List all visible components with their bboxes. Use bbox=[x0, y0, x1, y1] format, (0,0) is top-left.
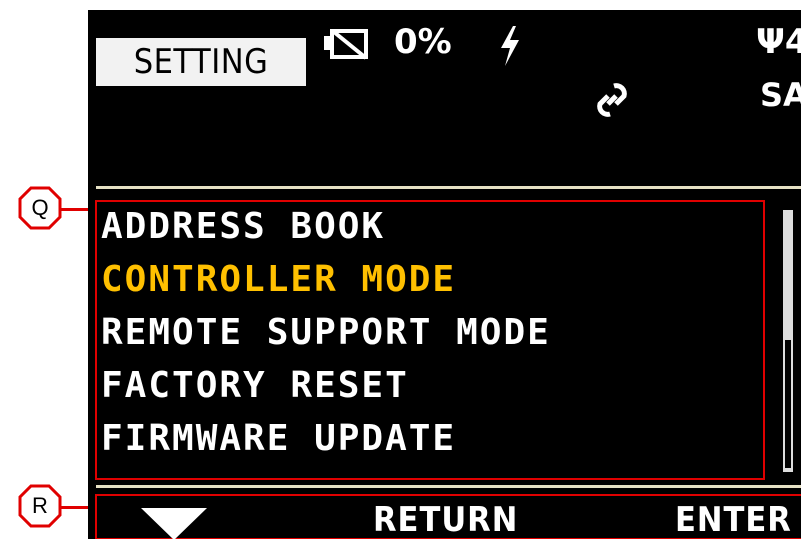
callout-r-label: R bbox=[32, 493, 48, 518]
triangle-down-icon[interactable] bbox=[139, 506, 209, 539]
lightning-icon bbox=[501, 26, 519, 66]
battery-empty-icon bbox=[324, 29, 368, 60]
sa-indicator: SA bbox=[760, 76, 801, 114]
menu-item-controller-mode[interactable]: CONTROLLER MODE bbox=[101, 259, 456, 300]
bottom-divider bbox=[96, 485, 801, 488]
callout-q-label: Q bbox=[31, 195, 49, 220]
enter-button[interactable]: ENTER bbox=[675, 500, 792, 539]
device-screen: SETTING 0% Ψ4 SA ADDRESS BOOK CONTROLLER… bbox=[88, 10, 801, 539]
menu-item-firmware-update[interactable]: FIRMWARE UPDATE bbox=[101, 418, 456, 459]
link-icon bbox=[597, 83, 627, 117]
menu-item-factory-reset[interactable]: FACTORY RESET bbox=[101, 365, 409, 406]
menu-scrollbar[interactable] bbox=[783, 210, 793, 472]
settings-menu: ADDRESS BOOK CONTROLLER MODE REMOTE SUPP… bbox=[95, 200, 765, 480]
scrollbar-track-gap bbox=[785, 340, 791, 468]
menu-item-remote-support-mode[interactable]: REMOTE SUPPORT MODE bbox=[101, 312, 551, 353]
menu-item-address-book[interactable]: ADDRESS BOOK bbox=[101, 206, 385, 247]
battery-percent: 0% bbox=[394, 22, 452, 62]
top-divider bbox=[96, 186, 801, 189]
callout-r: R bbox=[18, 484, 62, 528]
softkey-bar: RETURN ENTER bbox=[95, 494, 801, 539]
page-title: SETTING bbox=[96, 38, 306, 86]
return-button[interactable]: RETURN bbox=[373, 500, 518, 539]
callout-q: Q bbox=[18, 186, 62, 230]
signal-indicator: Ψ4 bbox=[756, 22, 801, 62]
